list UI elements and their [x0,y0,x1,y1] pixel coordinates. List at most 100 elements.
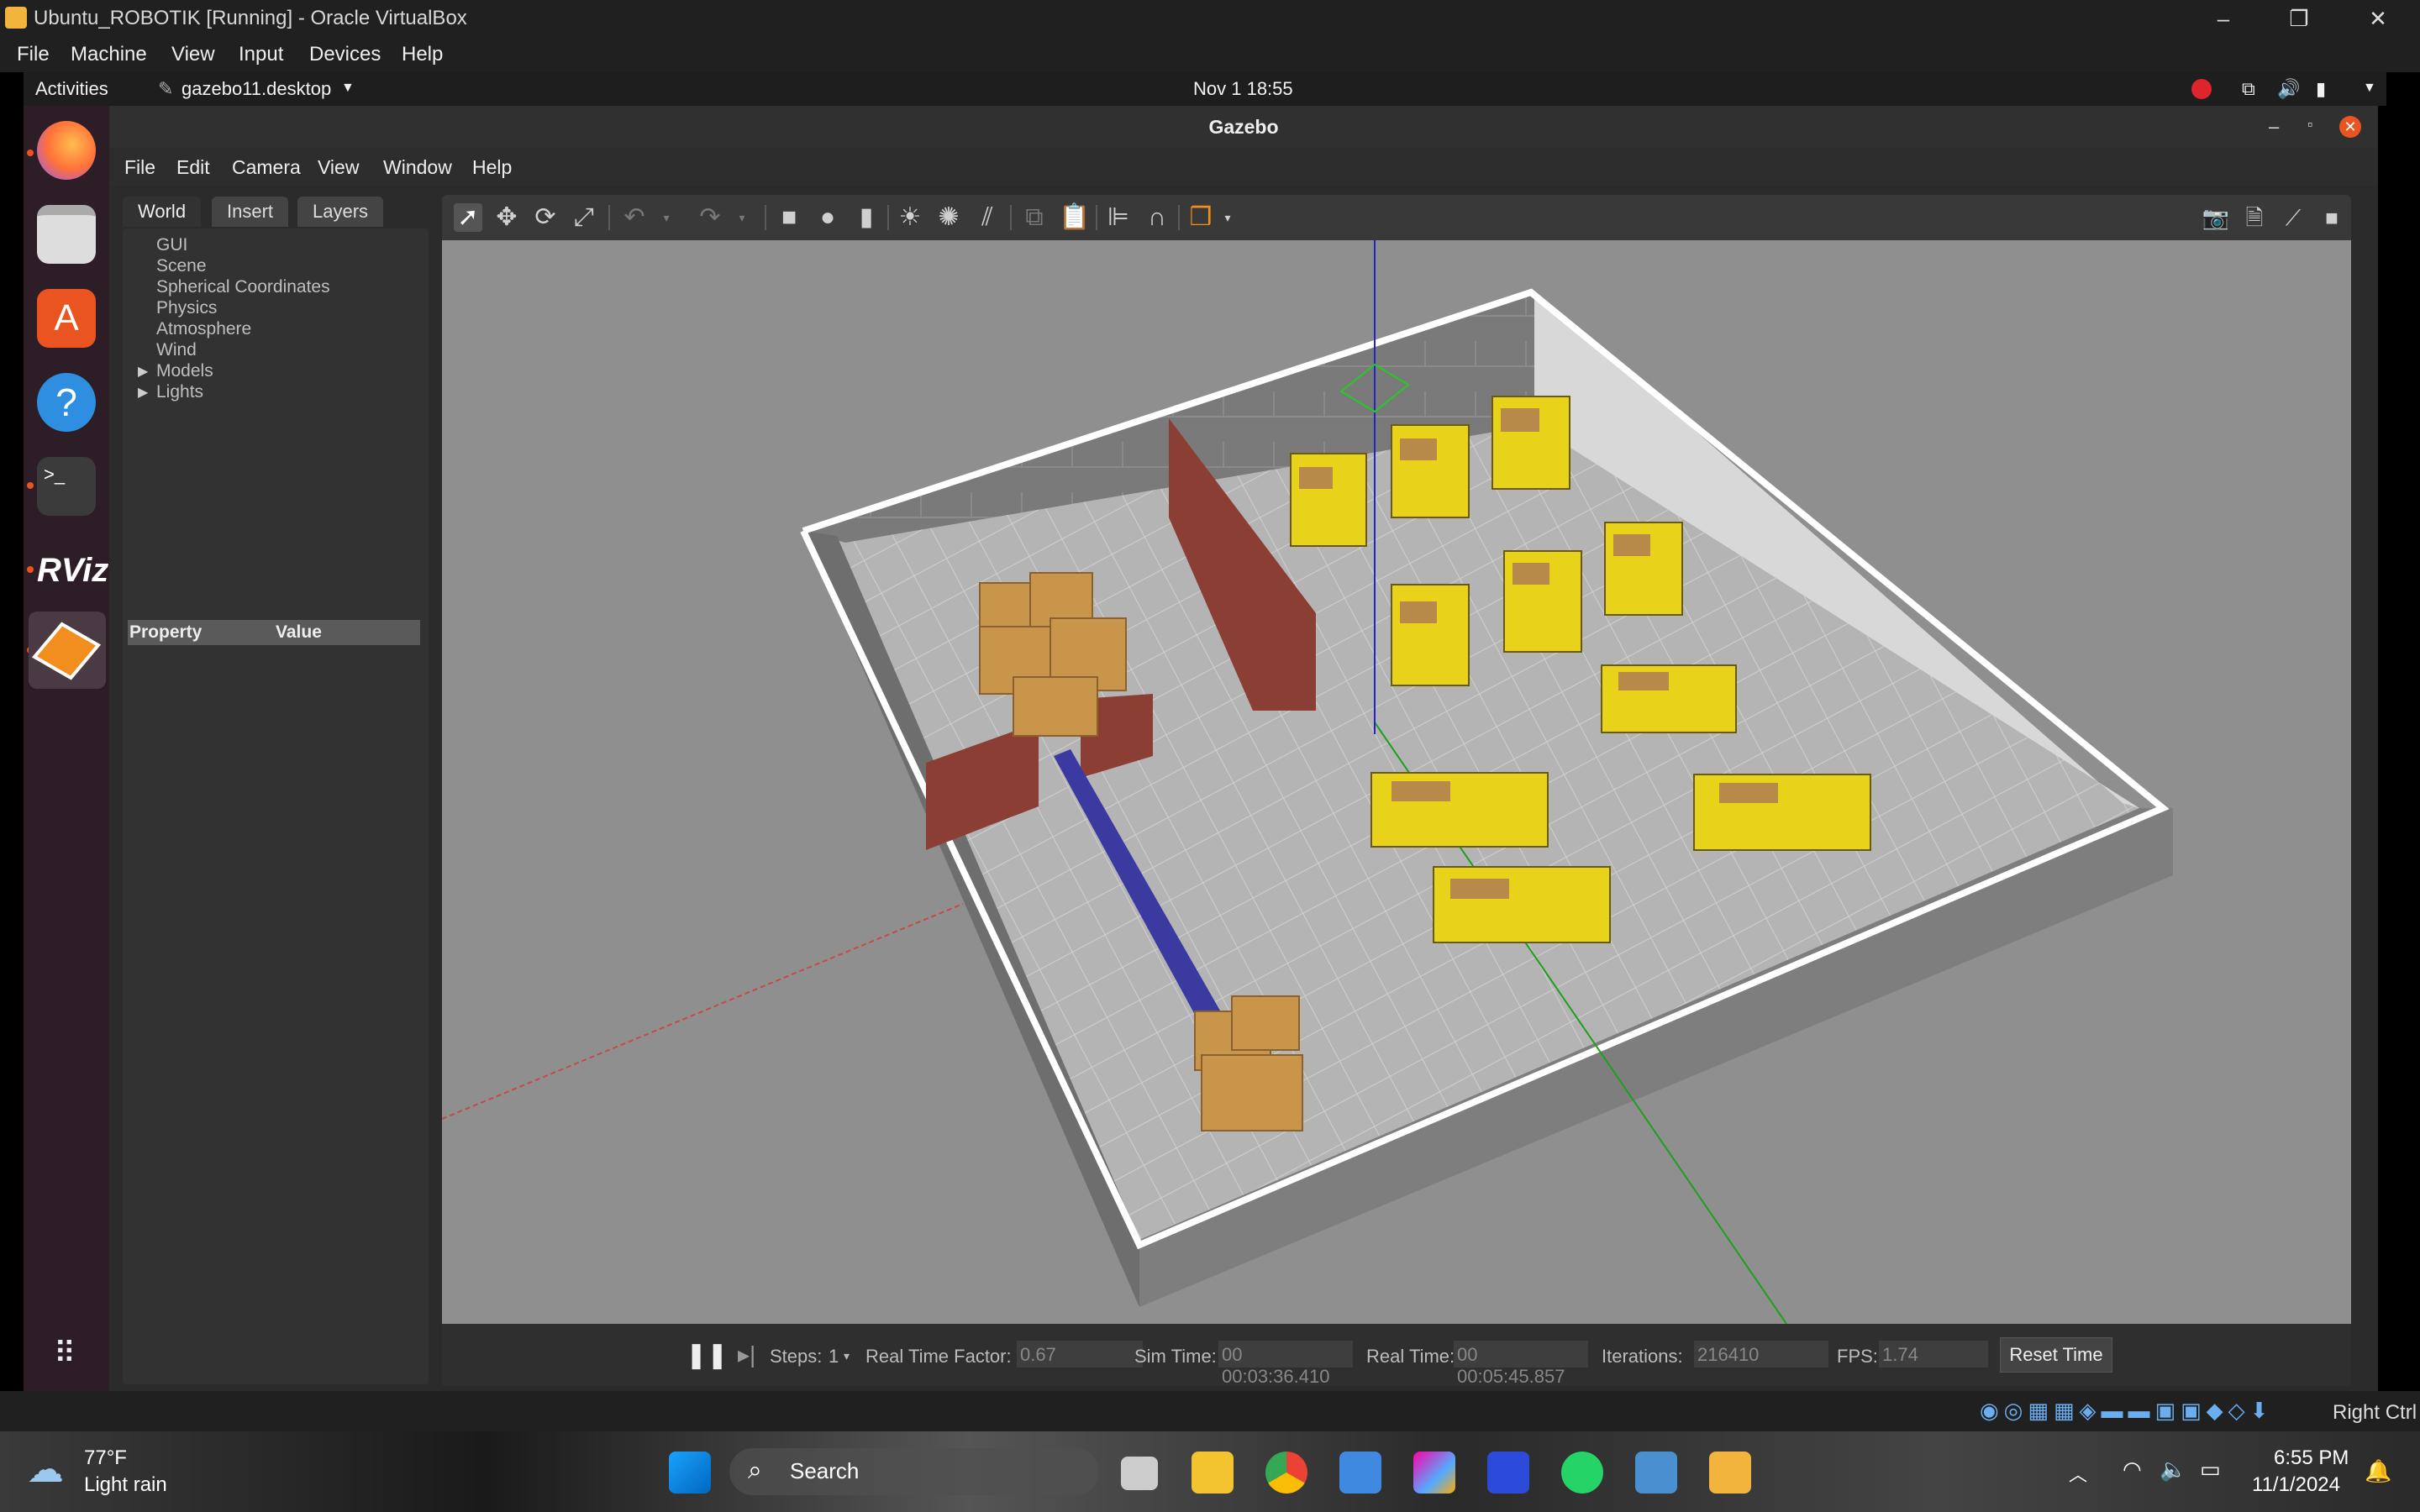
scale-mode-icon[interactable]: ⤢ [570,203,598,232]
software-center-icon[interactable]: A [37,289,96,348]
vbox-menu-file[interactable]: File [17,43,50,66]
files-icon[interactable] [37,205,96,264]
clock[interactable]: Nov 1 18:55 [1193,78,1293,100]
tree-item-wind[interactable]: Wind [156,340,197,360]
redo-history-chevron-icon[interactable]: ▾ [728,203,756,232]
pause-icon[interactable]: ❚❚ [686,1341,728,1370]
tree-item-spherical-coordinates[interactable]: Spherical Coordinates [156,277,330,297]
scene-viewport[interactable] [442,240,2351,1324]
expand-arrow-icon[interactable]: ▶ [138,384,148,401]
video-record-icon[interactable]: ■ [2317,203,2346,232]
task-view-icon[interactable] [1121,1457,1158,1490]
virtualbox-icon[interactable] [1635,1452,1677,1494]
record-indicator-icon[interactable] [2191,79,2212,99]
vbox-menu-view[interactable]: View [171,43,215,66]
firefox-icon[interactable] [37,121,96,180]
tree-item-physics[interactable]: Physics [156,298,217,318]
minimize-icon[interactable]: – [2198,3,2249,34]
volume-icon[interactable]: 🔊 [2277,78,2300,100]
terminal-icon[interactable]: >_ [37,457,96,516]
rotate-mode-icon[interactable]: ⟳ [531,203,560,232]
gz-menu-window[interactable]: Window [383,156,452,179]
sphere-shape-icon[interactable]: ● [813,203,842,232]
real-time-field: 00 00:05:45.857 [1454,1341,1588,1387]
tab-insert[interactable]: Insert [212,197,289,227]
steps-value[interactable]: 1 [829,1346,839,1368]
tree-item-models[interactable]: Models [156,361,213,381]
step-icon[interactable]: ▸| [738,1341,755,1368]
copilot-icon[interactable] [1413,1452,1455,1494]
paste-icon[interactable]: 📋 [1059,203,1090,232]
whatsapp-icon[interactable] [1561,1452,1603,1494]
snap-icon[interactable]: ∩ [1143,203,1171,232]
wifi-icon[interactable]: ◠ [2123,1457,2142,1483]
notification-bell-icon[interactable]: 🔔 [2365,1458,2391,1484]
screenshot-icon[interactable]: 📷 [2202,203,2230,232]
close-icon[interactable]: ✕ [2353,3,2403,34]
copy-icon[interactable]: ⧉ [1020,203,1049,232]
redo-icon[interactable]: ↷ [696,203,724,232]
log-icon[interactable]: 🗎 [2240,203,2269,232]
battery-tray-icon[interactable]: ▭ [2200,1457,2221,1483]
spot-light-icon[interactable]: ✺ [934,203,963,232]
weather-temp[interactable]: 77°F [84,1446,127,1470]
battery-icon[interactable]: ▮ [2316,78,2326,100]
help-icon[interactable]: ? [37,373,96,432]
tab-world[interactable]: World [123,197,202,227]
align-icon[interactable]: ⊫ [1104,203,1133,232]
start-icon[interactable] [669,1452,711,1494]
chrome-icon[interactable] [1265,1452,1307,1494]
search-box[interactable] [729,1448,1099,1495]
steps-chevron-icon[interactable]: ▾ [844,1349,850,1363]
weather-desc[interactable]: Light rain [84,1473,167,1497]
tab-layers[interactable]: Layers [297,197,384,227]
taskbar-time[interactable]: 6:55 PM [2274,1446,2349,1470]
vbox-menu-machine[interactable]: Machine [71,43,147,66]
app-menu-button[interactable]: gazebo11.desktop [182,78,331,100]
vbox-menu-input[interactable]: Input [239,43,283,66]
gz-menu-help[interactable]: Help [472,156,512,179]
show-apps-icon[interactable]: ⠿ [37,1324,96,1383]
translate-mode-icon[interactable]: ✥ [492,203,521,232]
view-angle-icon[interactable]: ❒ [1186,203,1215,232]
reset-time-button[interactable]: Reset Time [2000,1337,2112,1373]
tree-item-gui[interactable]: GUI [156,235,187,255]
gz-menu-edit[interactable]: Edit [176,156,210,179]
view-angle-chevron-icon[interactable]: ▾ [1213,203,1242,232]
file-explorer-icon[interactable] [1192,1452,1234,1494]
select-mode-icon[interactable]: ➚ [454,203,482,232]
vbox-menu-devices[interactable]: Devices [309,43,381,66]
speaker-icon[interactable]: 🔈 [2160,1457,2186,1483]
undo-history-chevron-icon[interactable]: ▾ [652,203,681,232]
tree-item-atmosphere[interactable]: Atmosphere [156,319,251,339]
tray-chevron-icon[interactable]: ︿ [2069,1460,2087,1487]
box-shape-icon[interactable]: ■ [775,203,803,232]
gz-maximize-icon[interactable]: ▫ [2307,116,2312,134]
cylinder-shape-icon[interactable]: ▮ [852,203,881,232]
store-icon[interactable] [1339,1452,1381,1494]
gz-menu-camera[interactable]: Camera [232,156,301,179]
gz-close-icon[interactable]: ✕ [2339,116,2361,138]
tree-item-lights[interactable]: Lights [156,382,203,402]
vscode-insiders-icon[interactable] [1487,1452,1529,1494]
gazebo-icon[interactable] [29,612,106,689]
expand-arrow-icon[interactable]: ▶ [138,363,148,380]
taskbar-date[interactable]: 11/1/2024 [2252,1473,2340,1497]
plot-icon[interactable]: ⟋ [2279,203,2307,232]
weather-icon[interactable]: ☁ [27,1448,64,1491]
gz-minimize-icon[interactable]: – [2269,116,2279,138]
putty-icon[interactable] [1709,1452,1751,1494]
gz-menu-file[interactable]: File [124,156,155,179]
restore-icon[interactable]: ❐ [2274,3,2324,34]
system-menu-chevron-icon[interactable]: ▼ [2363,81,2376,96]
undo-icon[interactable]: ↶ [620,203,649,232]
tree-item-scene[interactable]: Scene [156,256,207,276]
vbox-menu-help[interactable]: Help [402,43,443,66]
rviz-icon[interactable]: RViz [37,541,108,600]
vbox-device-icons[interactable]: ◉◎▦▦◈▬▬▣▣◆◇⬇ [1980,1398,2273,1424]
point-light-icon[interactable]: ☀ [896,203,924,232]
directional-light-icon[interactable]: ⫽ [973,203,1002,232]
activities-button[interactable]: Activities [35,78,108,100]
gz-menu-view[interactable]: View [318,156,359,179]
network-icon[interactable]: ⧉ [2242,78,2255,100]
